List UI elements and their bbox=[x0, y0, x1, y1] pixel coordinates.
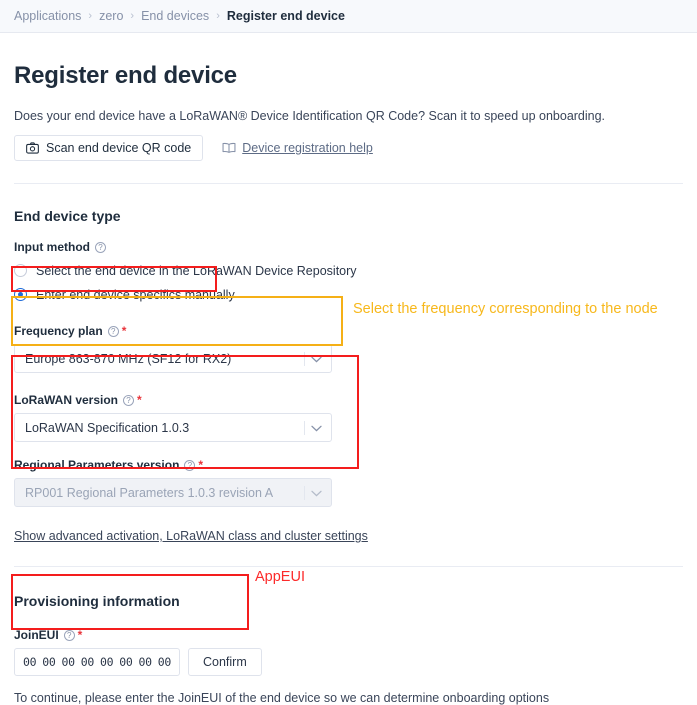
joineui-byte[interactable]: 00 bbox=[139, 655, 153, 669]
breadcrumb-item-applications[interactable]: Applications bbox=[14, 9, 81, 23]
select-divider bbox=[304, 486, 305, 500]
frequency-plan-field: Frequency plan ? * Europe 863-870 MHz (S… bbox=[14, 324, 683, 373]
chevron-down-icon bbox=[311, 486, 322, 500]
page-content: Register end device Does your end device… bbox=[0, 62, 697, 705]
section-title-end-device-type: End device type bbox=[14, 208, 121, 224]
page-title: Register end device bbox=[14, 62, 237, 89]
joineui-byte[interactable]: 00 bbox=[158, 655, 172, 669]
device-registration-help-label: Device registration help bbox=[242, 141, 373, 155]
section-title-provisioning: Provisioning information bbox=[14, 593, 180, 609]
confirm-button[interactable]: Confirm bbox=[188, 648, 262, 676]
radio-indicator[interactable] bbox=[14, 264, 27, 277]
joineui-byte[interactable]: 00 bbox=[23, 655, 37, 669]
lorawan-version-select[interactable]: LoRaWAN Specification 1.0.3 bbox=[14, 413, 332, 442]
help-tooltip-icon[interactable]: ? bbox=[123, 394, 135, 406]
frequency-plan-label: Frequency plan ? * bbox=[14, 324, 127, 338]
frequency-plan-value: Europe 863-870 MHz (SF12 for RX2) bbox=[25, 351, 232, 366]
required-asterisk: * bbox=[137, 393, 142, 407]
chevron-down-icon bbox=[311, 421, 322, 435]
joineui-byte[interactable]: 00 bbox=[42, 655, 56, 669]
camera-icon bbox=[26, 142, 39, 154]
joineui-byte[interactable]: 00 bbox=[119, 655, 133, 669]
breadcrumb: Applications › zero › End devices › Regi… bbox=[0, 0, 697, 33]
lorawan-version-label: LoRaWAN version ? * bbox=[14, 393, 142, 407]
scan-qr-code-label: Scan end device QR code bbox=[46, 141, 192, 155]
book-icon bbox=[222, 142, 236, 154]
joineui-label: JoinEUI ? * bbox=[14, 628, 83, 642]
radio-option-device-repository[interactable]: Select the end device in the LoRaWAN Dev… bbox=[14, 260, 683, 281]
qr-actions-row: Scan end device QR code Device registrat… bbox=[14, 135, 683, 161]
joineui-byte[interactable]: 00 bbox=[81, 655, 95, 669]
chevron-down-icon bbox=[311, 352, 322, 366]
help-tooltip-icon[interactable]: ? bbox=[63, 629, 75, 641]
joineui-byte[interactable]: 00 bbox=[100, 655, 114, 669]
breadcrumb-separator: › bbox=[88, 10, 93, 22]
help-tooltip-icon[interactable]: ? bbox=[184, 459, 196, 471]
breadcrumb-item-zero[interactable]: zero bbox=[99, 9, 123, 23]
lorawan-version-field: LoRaWAN version ? * LoRaWAN Specificatio… bbox=[14, 393, 683, 442]
breadcrumb-item-register-end-device: Register end device bbox=[226, 9, 345, 23]
divider-provisioning bbox=[14, 566, 683, 567]
divider-top bbox=[14, 183, 683, 184]
device-registration-help-link[interactable]: Device registration help bbox=[222, 141, 373, 155]
joineui-byte[interactable]: 00 bbox=[62, 655, 76, 669]
radio-label-device-repository: Select the end device in the LoRaWAN Dev… bbox=[36, 263, 357, 278]
joineui-hint-text: To continue, please enter the JoinEUI of… bbox=[14, 691, 550, 705]
regional-parameters-label: Regional Parameters version ? * bbox=[14, 458, 204, 472]
joineui-input-row: 00 00 00 00 00 00 00 00 Confirm bbox=[14, 648, 683, 676]
required-asterisk: * bbox=[121, 324, 127, 338]
breadcrumb-item-end-devices[interactable]: End devices bbox=[141, 9, 209, 23]
help-tooltip-icon[interactable]: ? bbox=[94, 241, 106, 253]
page-intro-text: Does your end device have a LoRaWAN® Dev… bbox=[14, 109, 606, 123]
breadcrumb-separator: › bbox=[216, 10, 220, 22]
breadcrumb-separator: › bbox=[130, 10, 135, 22]
radio-label-manual: Enter end device specifics manually bbox=[36, 287, 235, 302]
required-asterisk: * bbox=[77, 628, 83, 642]
scan-qr-code-button[interactable]: Scan end device QR code bbox=[14, 135, 204, 161]
radio-indicator-selected[interactable] bbox=[14, 288, 27, 301]
select-divider bbox=[304, 352, 305, 366]
regional-parameters-value: RP001 Regional Parameters 1.0.3 revision… bbox=[25, 485, 274, 500]
select-divider bbox=[304, 421, 305, 435]
joineui-input[interactable]: 00 00 00 00 00 00 00 00 bbox=[14, 648, 180, 676]
help-tooltip-icon[interactable]: ? bbox=[107, 325, 119, 337]
joineui-field: JoinEUI ? * 00 00 00 00 00 00 00 00 Conf… bbox=[14, 628, 683, 676]
input-method-label: Input method ? bbox=[14, 240, 683, 254]
lorawan-version-value: LoRaWAN Specification 1.0.3 bbox=[25, 420, 190, 435]
regional-parameters-select: RP001 Regional Parameters 1.0.3 revision… bbox=[14, 478, 332, 507]
frequency-plan-select[interactable]: Europe 863-870 MHz (SF12 for RX2) bbox=[14, 344, 332, 373]
required-asterisk: * bbox=[198, 458, 204, 472]
show-advanced-settings-link[interactable]: Show advanced activation, LoRaWAN class … bbox=[14, 529, 368, 543]
regional-parameters-field: Regional Parameters version ? * RP001 Re… bbox=[14, 458, 683, 507]
radio-option-manual[interactable]: Enter end device specifics manually bbox=[14, 284, 683, 305]
